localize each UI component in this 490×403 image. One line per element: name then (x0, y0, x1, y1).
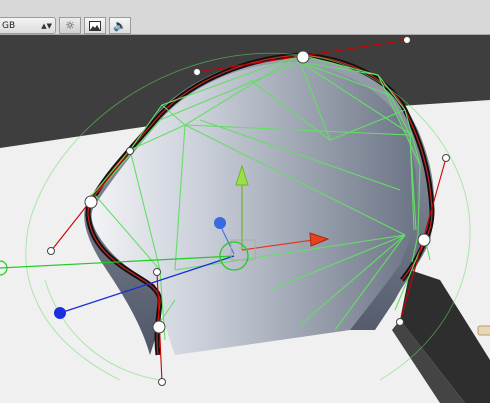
render-mode-value: GB (2, 20, 16, 31)
control-point[interactable] (296, 50, 310, 64)
scene-view[interactable] (0, 35, 490, 403)
render-mode-dropdown[interactable]: GB ▲▼ (0, 17, 56, 34)
tangent-point[interactable] (396, 318, 404, 326)
toolbar-row: GB ▲▼ ☼ 🔈 (0, 16, 131, 35)
lighting-toggle-button[interactable]: ☼ (59, 17, 81, 34)
tangent-point[interactable] (403, 36, 411, 44)
speaker-icon: 🔈 (113, 19, 127, 32)
tangent-point[interactable] (442, 154, 450, 162)
gizmo-forward-handle[interactable] (214, 217, 226, 229)
image-effects-button[interactable] (84, 17, 106, 34)
scene-toolbar: GB ▲▼ ☼ 🔈 (0, 0, 490, 35)
tangent-point[interactable] (193, 68, 201, 76)
chevron-updown-icon: ▲▼ (41, 21, 52, 30)
audio-toggle-button[interactable]: 🔈 (109, 17, 131, 34)
tangent-point[interactable] (153, 268, 161, 276)
sun-icon: ☼ (65, 19, 75, 32)
control-point[interactable] (152, 320, 166, 334)
tangent-point[interactable] (158, 378, 166, 386)
tangent-point[interactable] (126, 147, 134, 155)
gizmo-z-axis-handle[interactable] (54, 307, 66, 319)
tangent-point[interactable] (47, 247, 55, 255)
control-point[interactable] (417, 233, 431, 247)
image-icon (89, 20, 101, 31)
scene-canvas[interactable] (0, 35, 490, 403)
offscreen-marker (477, 325, 490, 336)
control-point[interactable] (84, 195, 98, 209)
